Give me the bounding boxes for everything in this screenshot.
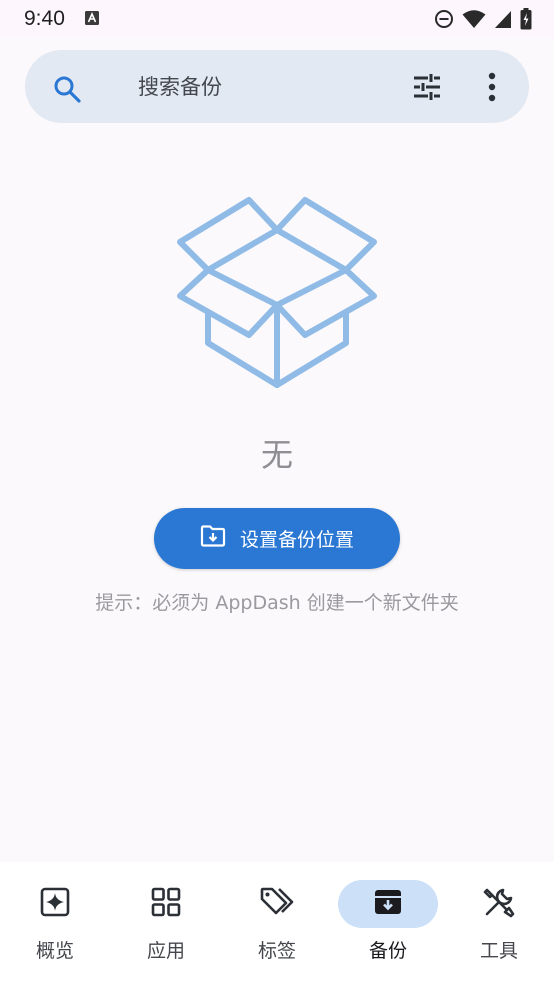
archive-icon: [373, 888, 403, 920]
grid-icon: [151, 887, 181, 921]
nav-item-tools[interactable]: 工具: [444, 862, 554, 986]
bottom-navigation: 概览 应用 标签 备份 工具: [0, 862, 554, 986]
search-icon[interactable]: [52, 74, 82, 108]
sparkle-icon: [40, 887, 70, 921]
nav-pill-tags: [227, 880, 327, 928]
cell-signal-icon: [494, 9, 512, 29]
wifi-icon: [462, 9, 486, 29]
nav-pill-tools: [449, 880, 549, 928]
set-backup-location-label: 设置备份位置: [239, 530, 354, 551]
status-bar: 9:40: [0, 0, 554, 38]
nav-pill-overview: [5, 880, 105, 928]
status-time: 9:40: [24, 7, 65, 30]
nav-label-tools: 工具: [479, 940, 518, 962]
folder-download-icon: [200, 524, 226, 553]
hint-text: 提示：必须为 AppDash 创建一个新文件夹: [95, 592, 459, 614]
set-backup-location-button[interactable]: 设置备份位置: [154, 508, 400, 569]
empty-state-title: 无: [260, 436, 293, 474]
tags-icon: [259, 886, 295, 922]
nav-label-overview: 概览: [35, 940, 74, 962]
nav-label-tags: 标签: [257, 940, 296, 962]
do-not-disturb-icon: [434, 9, 454, 29]
nav-item-apps[interactable]: 应用: [111, 862, 221, 986]
more-options-icon[interactable]: [480, 72, 504, 106]
nav-label-apps: 应用: [146, 940, 185, 962]
tools-icon: [483, 886, 515, 922]
nav-item-tags[interactable]: 标签: [222, 862, 332, 986]
search-bar[interactable]: [25, 50, 529, 123]
open-box-icon: [172, 190, 382, 399]
nav-item-backup[interactable]: 备份: [333, 862, 443, 986]
search-input[interactable]: 搜索备份: [138, 72, 222, 102]
tune-filter-icon[interactable]: [412, 72, 442, 106]
nav-item-overview[interactable]: 概览: [0, 862, 110, 986]
notification-a-icon: [84, 10, 99, 29]
nav-pill-apps: [116, 880, 216, 928]
nav-pill-backup: [338, 880, 438, 928]
battery-icon: [520, 8, 532, 30]
nav-label-backup: 备份: [368, 940, 407, 962]
